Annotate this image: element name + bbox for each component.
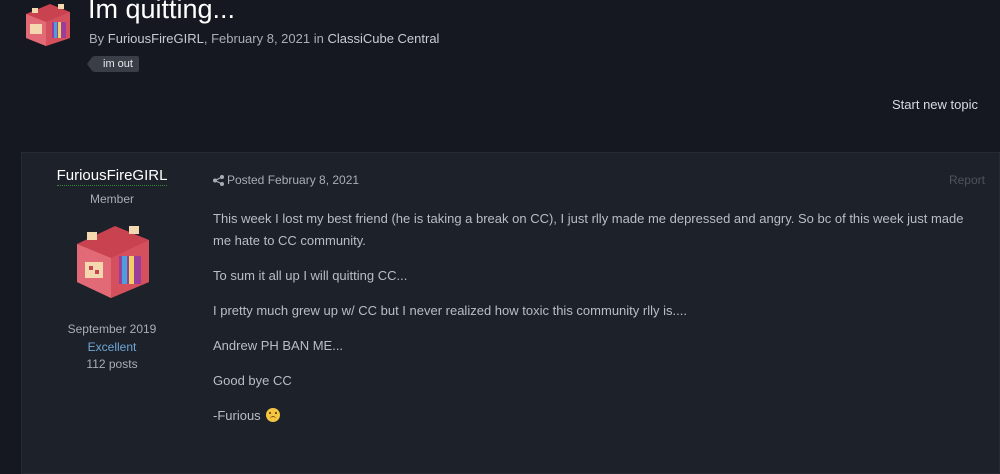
post-author-name[interactable]: FuriousFireGIRL: [56, 167, 168, 186]
share-icon[interactable]: [213, 175, 224, 187]
post-date[interactable]: Posted February 8, 2021: [227, 173, 359, 187]
post-card: FuriousFireGIRL Member September 2019 Ex…: [21, 152, 1000, 474]
report-button[interactable]: Report: [949, 173, 985, 187]
post-body: This week I lost my best friend (he is t…: [213, 208, 983, 440]
post-signoff: -Furious: [213, 405, 983, 427]
disappointed-face-icon: [266, 408, 281, 422]
topic-meta-prefix: By: [89, 31, 108, 46]
post-author-joined: September 2019: [67, 322, 157, 336]
topic-title: Im quitting...: [88, 0, 236, 24]
post-paragraph: Andrew PH BAN ME...: [213, 338, 344, 353]
post-author-panel: FuriousFireGIRL Member September 2019 Ex…: [22, 153, 202, 371]
topic-author-link[interactable]: FuriousFireGIRL: [108, 31, 204, 46]
post-paragraph: I pretty much grew up w/ CC but I never …: [213, 303, 687, 318]
post-author-avatar[interactable]: [71, 220, 153, 300]
topic-date: , February 8, 2021 in: [203, 31, 328, 46]
post-author-rank: Member: [89, 192, 134, 206]
forum-link[interactable]: ClassiCube Central: [327, 31, 439, 46]
topic-tag[interactable]: im out: [87, 56, 139, 72]
post-paragraph: Good bye CC: [213, 373, 292, 388]
post-author-reputation: Excellent: [87, 340, 137, 354]
post-header: Posted February 8, 2021: [213, 173, 359, 187]
start-new-topic-button[interactable]: Start new topic: [892, 97, 978, 112]
post-author-post-count: 112 posts: [86, 357, 138, 371]
topic-author-avatar[interactable]: [22, 0, 74, 48]
post-paragraph: This week I lost my best friend (he is t…: [213, 211, 964, 248]
topic-meta: By FuriousFireGIRL, February 8, 2021 in …: [89, 31, 439, 46]
post-paragraph: To sum it all up I will quitting CC...: [213, 268, 408, 283]
post-paragraph: -Furious: [213, 408, 265, 423]
